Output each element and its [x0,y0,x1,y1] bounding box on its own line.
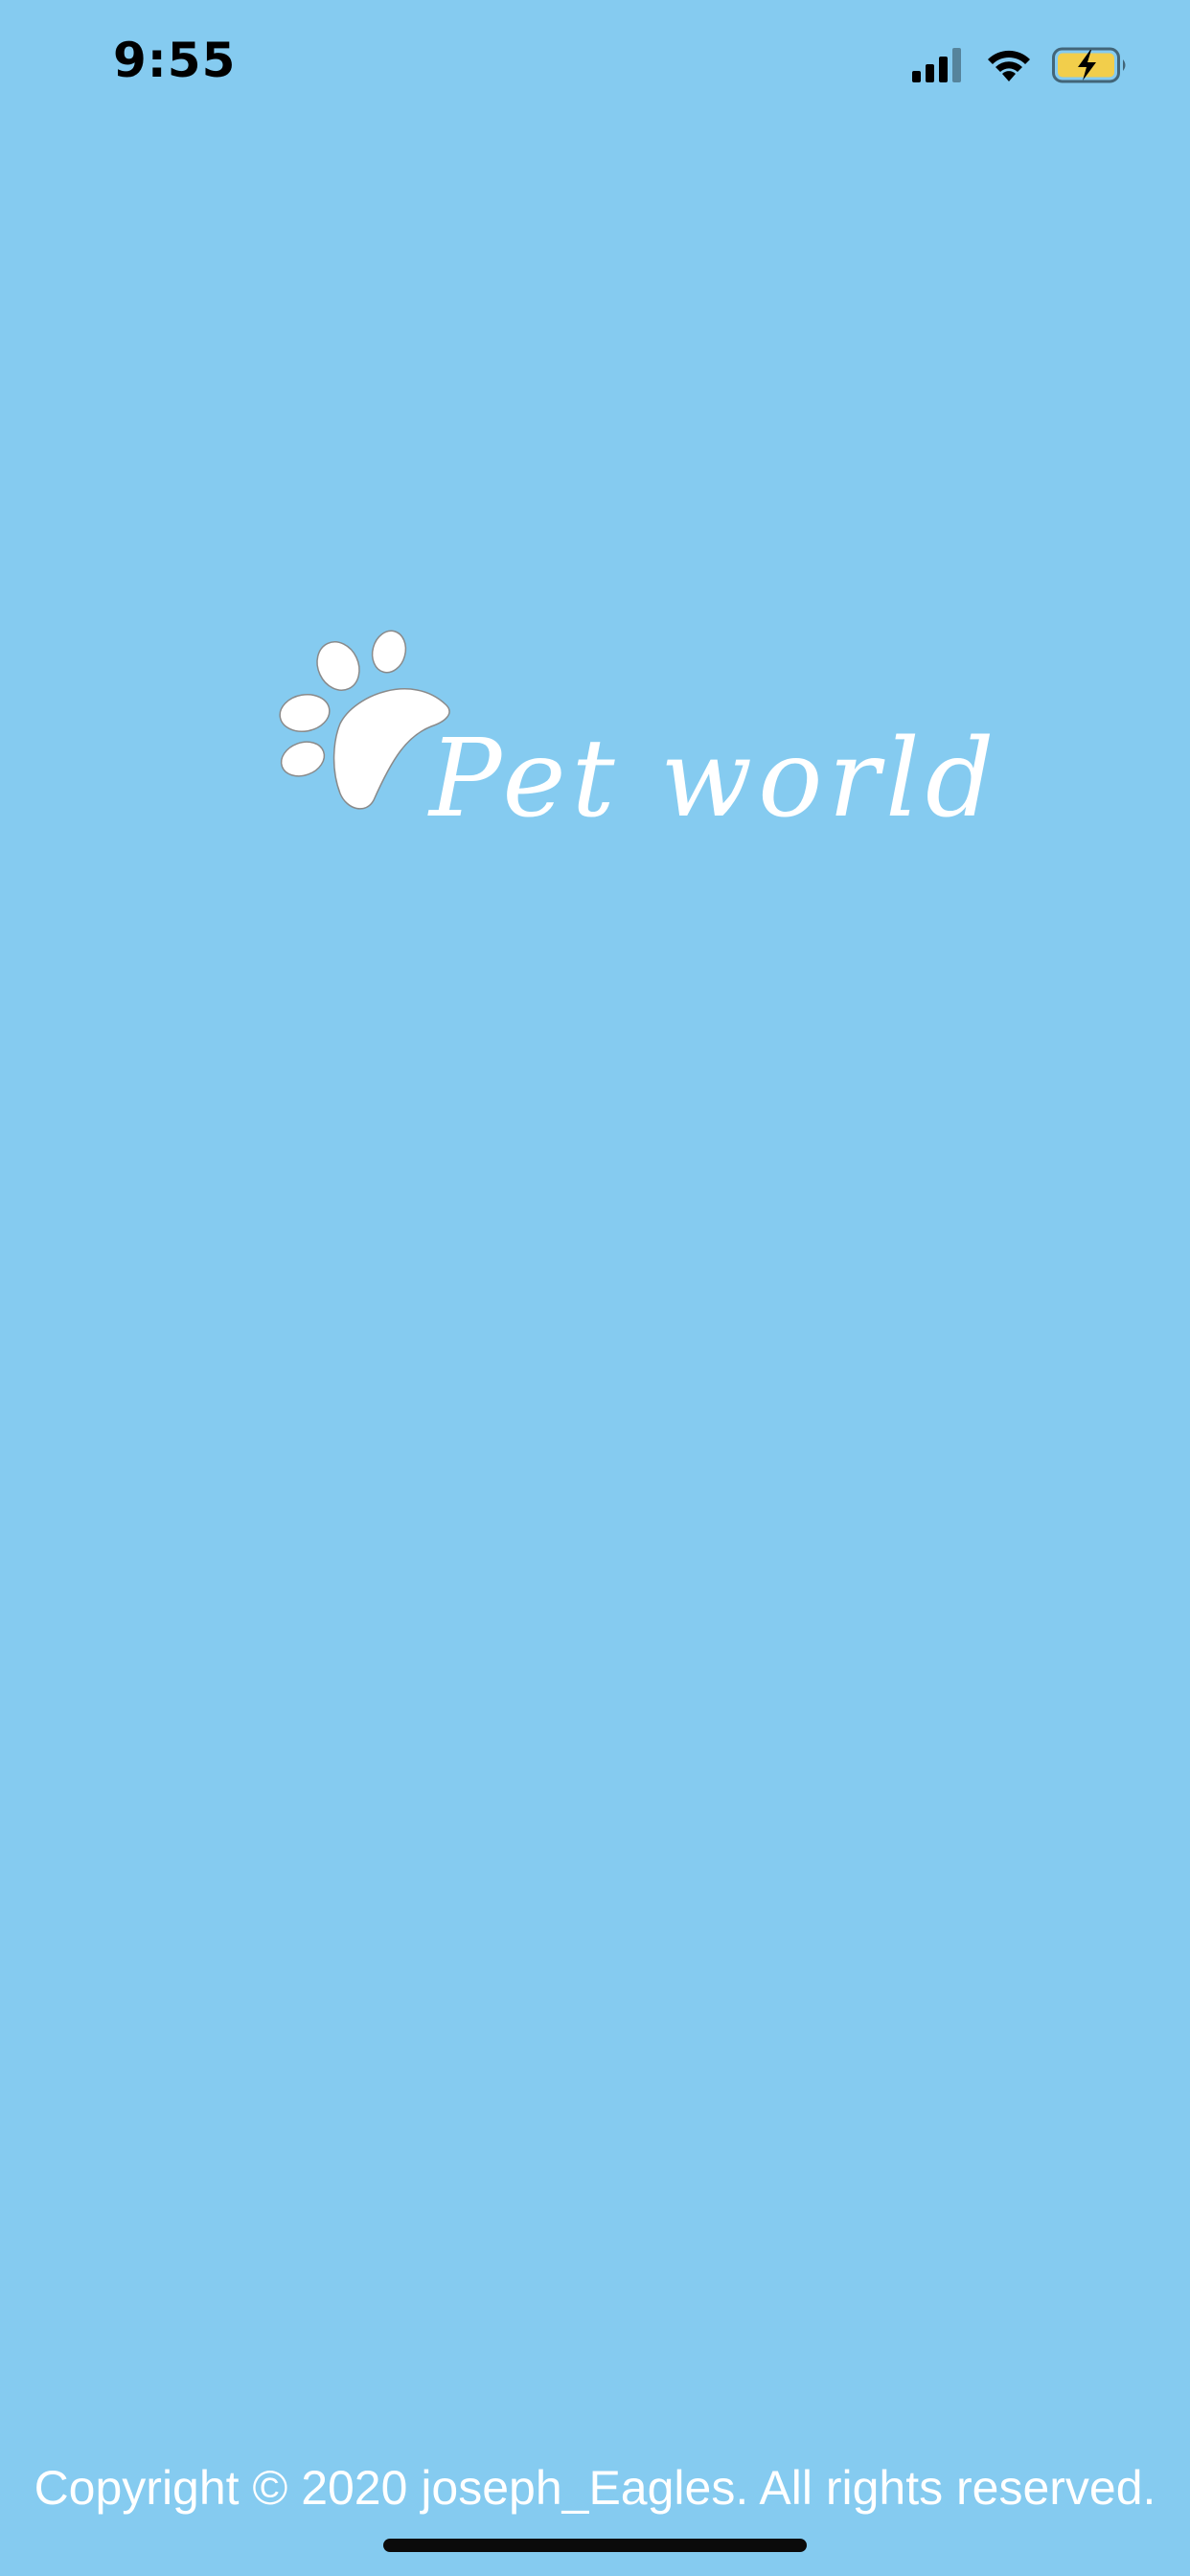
wifi-icon [985,47,1033,83]
battery-charging-icon [1052,46,1129,84]
cellular-signal-icon [912,48,966,82]
app-title: Pet world [429,717,1000,841]
app-logo: Pet world [268,613,995,853]
status-bar: 9:55 [0,0,1190,134]
home-indicator[interactable] [383,2539,807,2552]
copyright-text: Copyright © 2020 joseph_Eagles. All righ… [34,2461,1156,2515]
splash-screen: 9:55 Pet world Copyright © 2020 joseph_E… [0,0,1190,2576]
status-icons [912,38,1129,92]
status-time: 9:55 [113,33,237,88]
